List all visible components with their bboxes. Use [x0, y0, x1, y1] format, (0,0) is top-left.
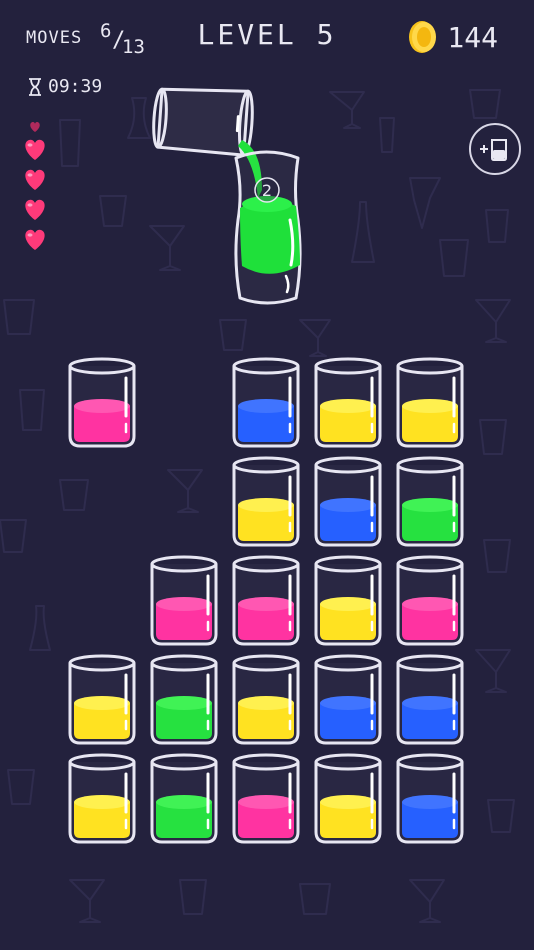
- cup-pink[interactable]: [230, 752, 302, 844]
- cup-yellow[interactable]: [394, 356, 466, 448]
- cup-blue[interactable]: [312, 455, 384, 547]
- add-tube-icon: [480, 139, 507, 161]
- cup-yellow[interactable]: [66, 752, 138, 844]
- heart-icon: [30, 122, 40, 132]
- cup-pink[interactable]: [394, 554, 466, 646]
- cup-blue[interactable]: [230, 356, 302, 448]
- heart-icon: [25, 199, 45, 220]
- pour-count: 2: [262, 181, 272, 200]
- cup-green[interactable]: [148, 752, 220, 844]
- cup-yellow[interactable]: [230, 653, 302, 745]
- cup-yellow[interactable]: [66, 653, 138, 745]
- cup-yellow[interactable]: [230, 455, 302, 547]
- timer-value: 09:39: [48, 76, 103, 97]
- cup-blue[interactable]: [394, 653, 466, 745]
- cup-blue[interactable]: [312, 653, 384, 745]
- heart-icon: [25, 139, 45, 160]
- target-cup: 2: [234, 150, 302, 305]
- cup-yellow[interactable]: [312, 356, 384, 448]
- cup-green[interactable]: [394, 455, 466, 547]
- lives-indicator: [22, 120, 48, 254]
- coin-counter: 144: [405, 20, 498, 54]
- add-tube-button[interactable]: [469, 123, 521, 175]
- hourglass-icon: [29, 77, 41, 96]
- cup-pink[interactable]: [66, 356, 138, 448]
- coin-count: 144: [447, 20, 498, 54]
- timer: 09:39: [28, 76, 102, 97]
- cup-blue[interactable]: [394, 752, 466, 844]
- cup-yellow[interactable]: [312, 752, 384, 844]
- coin-icon: [409, 21, 437, 53]
- cup-pink[interactable]: [148, 554, 220, 646]
- heart-icon: [25, 229, 45, 250]
- heart-icon: [25, 169, 45, 190]
- cup-pink[interactable]: [230, 554, 302, 646]
- cup-yellow[interactable]: [312, 554, 384, 646]
- pouring-animation: 2: [152, 87, 302, 305]
- cup-green[interactable]: [148, 653, 220, 745]
